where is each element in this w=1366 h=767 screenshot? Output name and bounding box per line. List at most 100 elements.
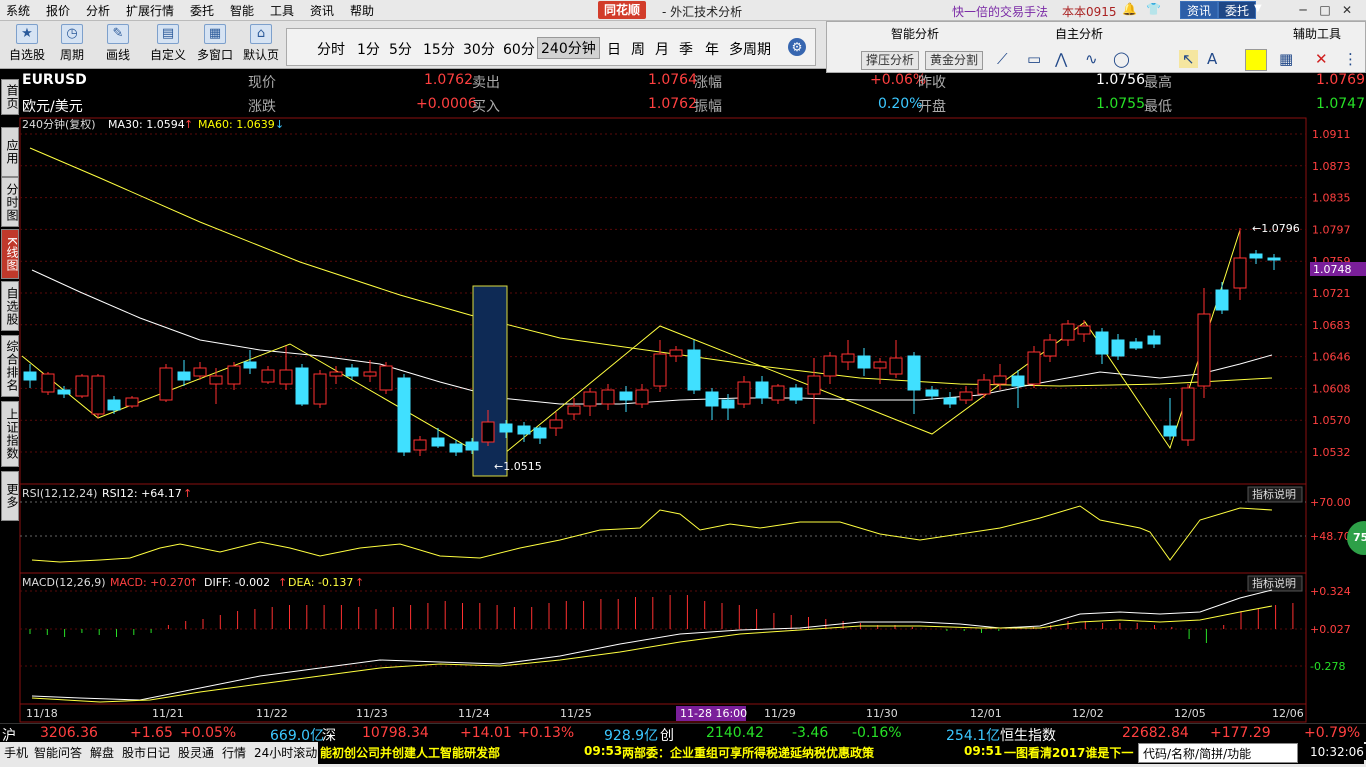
date-tick: 11/25 (560, 707, 592, 720)
crosshair-date: 11-28 16:00 (680, 707, 747, 720)
price-tick: 1.0646 (1312, 351, 1351, 364)
kline-chart[interactable]: 240分钟(复权) MA30: 1.0594 ↑ MA60: 1.0639 ↓ … (0, 0, 1366, 767)
candle-body (1027, 351, 1041, 385)
tab-smart-qa[interactable]: 智能问答 (34, 744, 82, 761)
candle-body (1267, 257, 1281, 261)
candle-body (177, 371, 191, 381)
price-tick: 1.0570 (1312, 414, 1351, 427)
candle-body (1197, 313, 1211, 387)
candle-body (1011, 375, 1025, 387)
ma60-down-icon: ↓ (275, 118, 284, 131)
tab-mobile[interactable]: 手机 (4, 744, 28, 761)
current-price-tag: 1.0748 (1313, 263, 1352, 276)
zigzag-line (21, 229, 1241, 463)
candle-body (1147, 335, 1161, 345)
candle-body (669, 349, 683, 357)
candle-body (279, 369, 293, 385)
date-tick: 12/05 (1174, 707, 1206, 720)
candle-body (601, 389, 615, 405)
date-tick: 11/29 (764, 707, 796, 720)
macd-value: MACD: +0.270 (110, 576, 191, 589)
date-tick: 11/23 (356, 707, 388, 720)
candle-body (413, 439, 427, 451)
rsi-line (31, 505, 1273, 563)
candle-body (481, 421, 495, 443)
diff-up-icon: ↑ (278, 576, 287, 589)
ma60-label: MA60: 1.0639 (198, 118, 275, 131)
date-tick: 12/02 (1072, 707, 1104, 720)
candle-body (499, 423, 513, 433)
clock: 10:32:06 (1306, 744, 1366, 760)
cy-percent: -0.16% (852, 725, 902, 741)
candle-body (159, 367, 173, 401)
candle-body (755, 381, 769, 399)
tab-24h[interactable]: 24小时滚动 (254, 744, 317, 761)
low-marker: ←1.0515 (494, 460, 542, 473)
cy-change: -3.46 (792, 725, 829, 741)
candle-body (41, 373, 55, 393)
ma30-label: MA30: 1.0594 (108, 118, 185, 131)
rsi-value: RSI12: +64.17 (102, 487, 182, 500)
candle-body (431, 437, 445, 447)
ma60-line (29, 147, 1273, 387)
tab-analysis[interactable]: 解盘 (90, 744, 114, 761)
rsi-up-icon: ↑ (183, 487, 192, 500)
candle-body (771, 385, 785, 401)
dea-up-icon: ↑ (355, 576, 364, 589)
news-time-3: 09:51 (964, 744, 1003, 758)
hs-value: 22682.84 (1122, 725, 1189, 741)
candle-body (107, 399, 121, 411)
price-tick: 1.0721 (1312, 287, 1351, 300)
period-label: 240分钟(复权) (22, 117, 96, 131)
price-tick: 1.0532 (1312, 446, 1351, 459)
candle-body (1215, 289, 1229, 311)
hs-change: +177.29 (1210, 725, 1271, 741)
high-marker: ←1.0796 (1252, 222, 1300, 235)
macd-help-button[interactable]: 指标说明 (1252, 576, 1296, 590)
price-tick: 1.0608 (1312, 382, 1351, 395)
candle-body (397, 377, 411, 453)
search-input[interactable]: 代码/名称/简拼/功能 (1138, 743, 1298, 763)
candle-body (549, 419, 563, 429)
candle-body (857, 355, 871, 369)
candle-body (1233, 257, 1247, 289)
candle-body (23, 371, 37, 381)
candle-body (57, 389, 71, 395)
tab-diary[interactable]: 股市日记 (122, 744, 170, 761)
dea-value: DEA: -0.137 (288, 576, 353, 589)
candle-body (1077, 325, 1091, 335)
candle-body (345, 367, 359, 377)
tab-market[interactable]: 行情 (222, 744, 246, 761)
sz-value: 10798.34 (362, 725, 429, 741)
candle-body (841, 353, 855, 363)
news-time-2: 09:53 (584, 744, 623, 758)
hs-percent: +0.79% (1304, 725, 1361, 741)
candle-body (705, 391, 719, 407)
macd-tick: +0.324 (1310, 585, 1351, 598)
candle-body (379, 365, 393, 391)
candle-body (313, 373, 327, 405)
candle-body (329, 371, 343, 377)
candle-body (907, 355, 921, 391)
candle-body (977, 379, 991, 395)
diff-value: DIFF: -0.002 (204, 576, 270, 589)
news-item-2[interactable]: 两部委：企业重组可享所得税递延纳税优惠政策 (622, 744, 874, 761)
sh-value: 3206.36 (40, 725, 98, 741)
candle-body (533, 427, 547, 439)
price-tick: 1.0911 (1312, 128, 1351, 141)
tab-lingtong[interactable]: 股灵通 (178, 744, 214, 761)
candle-body (295, 367, 309, 405)
price-tick: 1.0797 (1312, 223, 1351, 236)
news-item-3[interactable]: 一图看清2017谁是下一 (1004, 744, 1133, 761)
macd-histogram (29, 595, 1294, 643)
rsi-title: RSI(12,12,24) (22, 487, 97, 500)
candle-body (721, 399, 735, 409)
date-tick: 12/01 (970, 707, 1002, 720)
news-item-1[interactable]: 能初创公司并创建人工智能研发部 (320, 744, 500, 761)
rsi-help-button[interactable]: 指标说明 (1252, 487, 1296, 501)
candle-body (619, 391, 633, 401)
candle-body (925, 389, 939, 397)
candle-body (737, 381, 751, 405)
candle-body (517, 425, 531, 435)
candle-body (653, 353, 667, 387)
